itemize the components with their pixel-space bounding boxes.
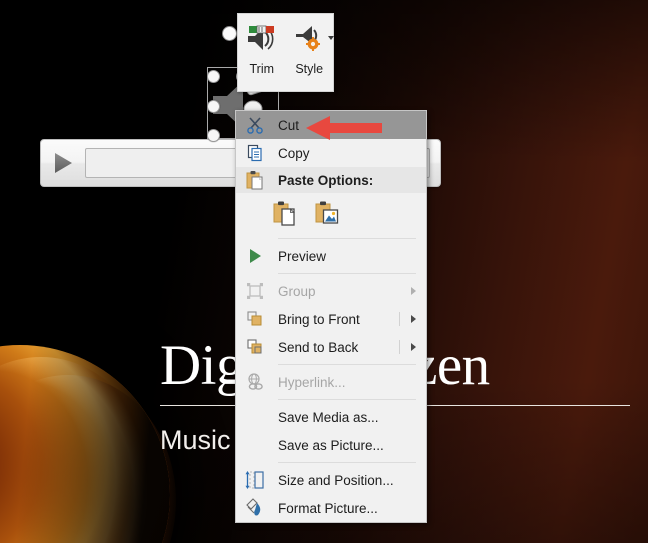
submenu-divider-send — [399, 340, 400, 354]
preview-play-icon — [244, 245, 266, 267]
copy-icon — [244, 142, 266, 164]
context-menu-label-format-picture: Format Picture... — [278, 500, 378, 516]
group-icon — [244, 280, 266, 302]
paste-picture-icon[interactable] — [314, 199, 342, 229]
context-menu-label-group: Group — [278, 283, 316, 299]
context-menu-item-format-picture[interactable]: Format Picture... — [236, 494, 426, 522]
context-menu-item-save-as-picture[interactable]: Save as Picture... — [236, 431, 426, 459]
context-menu-separator-1 — [278, 238, 416, 239]
context-menu-label-send-to-back: Send to Back — [278, 339, 359, 355]
audio-style-icon — [293, 22, 335, 56]
mini-toolbar-label-trim: Trim — [249, 62, 275, 76]
context-menu-item-bring-to-front[interactable]: Bring to Front — [236, 305, 426, 333]
context-menu-label-cut: Cut — [278, 117, 300, 133]
hyperlink-icon — [244, 371, 266, 393]
context-menu-paste-options-header: Paste Options: — [236, 167, 426, 193]
audio-mini-toolbar: Trim Style — [237, 13, 335, 92]
context-menu-separator-2 — [278, 273, 416, 274]
mini-toolbar-item-trim[interactable]: Trim — [238, 14, 286, 91]
resize-handle-top-left[interactable] — [207, 70, 220, 83]
size-and-position-icon — [244, 469, 266, 491]
context-menu-item-copy[interactable]: Copy — [236, 139, 426, 167]
chevron-right-icon-send-to-back[interactable] — [411, 343, 416, 351]
context-menu-item-save-media-as[interactable]: Save Media as... — [236, 403, 426, 431]
context-menu-separator-3 — [278, 364, 416, 365]
play-button[interactable] — [41, 140, 85, 186]
context-menu-item-group[interactable]: Group — [236, 277, 426, 305]
trim-audio-icon — [246, 22, 278, 56]
bring-to-front-icon — [244, 308, 266, 330]
context-menu-label-save-media-as: Save Media as... — [278, 409, 379, 425]
context-menu-item-size-and-position[interactable]: Size and Position... — [236, 466, 426, 494]
format-picture-icon — [244, 497, 266, 519]
context-menu-item-hyperlink[interactable]: Hyperlink... — [236, 368, 426, 396]
context-menu-label-size-and-position: Size and Position... — [278, 472, 394, 488]
context-menu: Cut Copy Paste Options: Preview Group Br… — [235, 110, 427, 523]
context-menu-label-preview: Preview — [278, 248, 327, 264]
paste-options-row — [236, 193, 426, 235]
scissors-icon — [244, 114, 266, 136]
annotation-arrow-icon — [306, 116, 382, 140]
chevron-down-icon[interactable] — [328, 36, 335, 40]
context-menu-label-bring-to-front: Bring to Front — [278, 311, 360, 327]
paste-keep-source-icon[interactable] — [272, 199, 300, 229]
send-to-back-icon — [244, 336, 266, 358]
context-menu-label-paste-options: Paste Options: — [278, 172, 374, 188]
chevron-right-icon-bring-to-front[interactable] — [411, 315, 416, 323]
submenu-divider-bring — [399, 312, 400, 326]
context-menu-item-preview[interactable]: Preview — [236, 242, 426, 270]
mini-toolbar-item-style[interactable]: Style — [286, 14, 335, 91]
resize-handle-middle-left[interactable] — [207, 100, 220, 113]
context-menu-separator-4 — [278, 399, 416, 400]
context-menu-label-hyperlink: Hyperlink... — [278, 374, 346, 390]
rotation-handle[interactable] — [222, 26, 237, 41]
resize-handle-bottom-left[interactable] — [207, 129, 220, 142]
context-menu-label-save-as-picture: Save as Picture... — [278, 437, 384, 453]
context-menu-separator-5 — [278, 462, 416, 463]
context-menu-label-copy: Copy — [278, 145, 310, 161]
chevron-right-icon-group[interactable] — [411, 287, 416, 295]
context-menu-item-send-to-back[interactable]: Send to Back — [236, 333, 426, 361]
powerpoint-slide-editor: Digital Citizen Music — [0, 0, 648, 543]
mini-toolbar-label-style: Style — [295, 62, 324, 76]
clipboard-icon — [244, 169, 266, 191]
